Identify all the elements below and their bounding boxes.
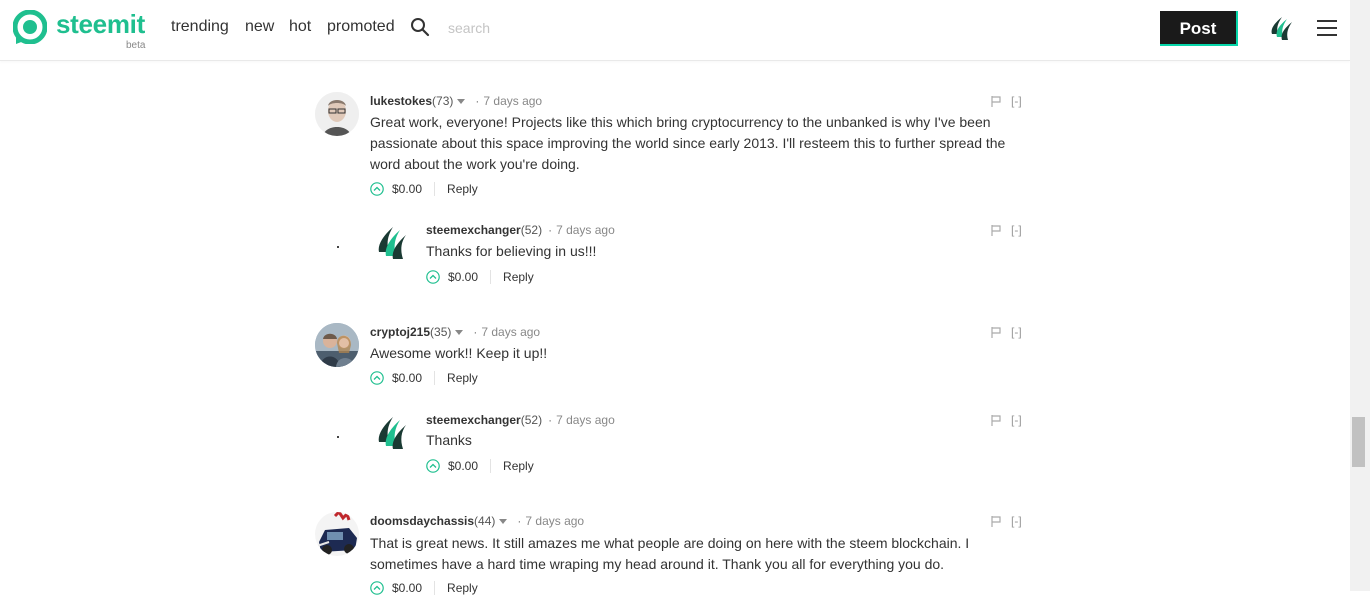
avatar-placeholder — [337, 246, 339, 248]
reputation: (44) — [474, 514, 496, 528]
timestamp[interactable]: 7 days ago — [483, 94, 542, 108]
collapse-toggle[interactable]: [-] — [1011, 223, 1022, 237]
timestamp[interactable]: 7 days ago — [525, 514, 584, 528]
comment-body: Awesome work!! Keep it up!! — [370, 345, 548, 361]
couple-photo-icon — [315, 323, 359, 367]
comment-footer: $0.00 Reply — [370, 370, 478, 385]
timestamp[interactable]: 7 days ago — [556, 413, 615, 427]
steemit-logo-icon[interactable] — [13, 10, 47, 44]
scrollbar-thumb[interactable] — [1352, 417, 1365, 467]
avatar[interactable] — [315, 512, 359, 556]
comment-header: lukestokes(73) · 7 days ago — [370, 94, 543, 108]
car-photo-icon — [315, 512, 359, 556]
upvote-icon[interactable] — [370, 182, 384, 196]
comment-footer: $0.00 Reply — [426, 458, 534, 473]
flag-icon[interactable] — [991, 225, 1002, 236]
author-link[interactable]: steemexchanger — [426, 413, 521, 427]
comment-footer: $0.00 Reply — [370, 181, 478, 196]
chevron-down-icon[interactable] — [455, 330, 464, 336]
top-navbar: steemit beta trending new hot promoted P… — [0, 0, 1350, 61]
payout-value[interactable]: $0.00 — [448, 459, 478, 473]
beta-badge: beta — [126, 40, 146, 51]
post-button[interactable]: Post — [1160, 11, 1238, 46]
chevron-down-icon[interactable] — [457, 99, 466, 105]
steem-logo-icon[interactable] — [376, 414, 408, 450]
comment-body: Thanks — [426, 432, 472, 448]
reply-link[interactable]: Reply — [503, 270, 534, 284]
comment-header: doomsdaychassis(44) · 7 days ago — [370, 514, 585, 528]
chevron-down-icon[interactable] — [499, 519, 508, 525]
comment-body: Thanks for believing in us!!! — [426, 243, 597, 259]
payout-value[interactable]: $0.00 — [392, 182, 422, 196]
flag-icon[interactable] — [991, 327, 1002, 338]
person-photo-icon — [315, 92, 359, 136]
collapse-toggle[interactable]: [-] — [1011, 94, 1022, 108]
reply-link[interactable]: Reply — [447, 182, 478, 196]
nav-hot[interactable]: hot — [289, 18, 311, 36]
collapse-toggle[interactable]: [-] — [1011, 325, 1022, 339]
upvote-icon[interactable] — [370, 581, 384, 595]
comment-body: Great work, everyone! Projects like this… — [370, 114, 1006, 172]
nav-trending[interactable]: trending — [171, 18, 229, 36]
search-icon[interactable] — [410, 17, 430, 37]
comment-body: That is great news. It still amazes me w… — [370, 535, 970, 572]
author-link[interactable]: steemexchanger — [426, 223, 521, 237]
steem-logo-icon[interactable] — [376, 224, 408, 260]
payout-value[interactable]: $0.00 — [392, 581, 422, 595]
nav-new[interactable]: new — [245, 18, 274, 36]
timestamp[interactable]: 7 days ago — [556, 223, 615, 237]
upvote-icon[interactable] — [426, 459, 440, 473]
collapse-toggle[interactable]: [-] — [1011, 514, 1022, 528]
reputation: (35) — [430, 325, 452, 339]
timestamp[interactable]: 7 days ago — [481, 325, 540, 339]
reply-link[interactable]: Reply — [503, 459, 534, 473]
search-input[interactable] — [446, 14, 650, 42]
reputation: (52) — [520, 413, 543, 427]
flag-icon[interactable] — [991, 516, 1002, 527]
comment-footer: $0.00 Reply — [370, 580, 478, 595]
upvote-icon[interactable] — [426, 270, 440, 284]
reply-link[interactable]: Reply — [447, 581, 478, 595]
flag-icon[interactable] — [991, 415, 1002, 426]
upvote-icon[interactable] — [370, 371, 384, 385]
comment-header: cryptoj215(35) · 7 days ago — [370, 325, 541, 339]
logo-text[interactable]: steemit — [56, 9, 145, 40]
payout-value[interactable]: $0.00 — [448, 270, 478, 284]
comment-footer: $0.00 Reply — [426, 269, 534, 284]
comment-header: steemexchanger(52) · 7 days ago — [426, 413, 615, 427]
reputation: (73) — [432, 94, 454, 108]
reply-link[interactable]: Reply — [447, 371, 478, 385]
vertical-scrollbar[interactable] — [1350, 0, 1370, 591]
comment-header: steemexchanger(52) · 7 days ago — [426, 223, 615, 237]
flag-icon[interactable] — [991, 96, 1002, 107]
avatar[interactable] — [315, 323, 359, 367]
author-link[interactable]: lukestokes — [370, 94, 432, 108]
nav-promoted[interactable]: promoted — [327, 18, 395, 36]
avatar[interactable] — [315, 92, 359, 136]
reputation: (52) — [520, 223, 543, 237]
payout-value[interactable]: $0.00 — [392, 371, 422, 385]
collapse-toggle[interactable]: [-] — [1011, 413, 1022, 427]
author-link[interactable]: cryptoj215 — [370, 325, 430, 339]
author-link[interactable]: doomsdaychassis — [370, 514, 474, 528]
user-avatar-icon[interactable] — [1266, 14, 1294, 42]
avatar-placeholder — [337, 436, 339, 438]
hamburger-menu-icon[interactable] — [1317, 20, 1337, 36]
